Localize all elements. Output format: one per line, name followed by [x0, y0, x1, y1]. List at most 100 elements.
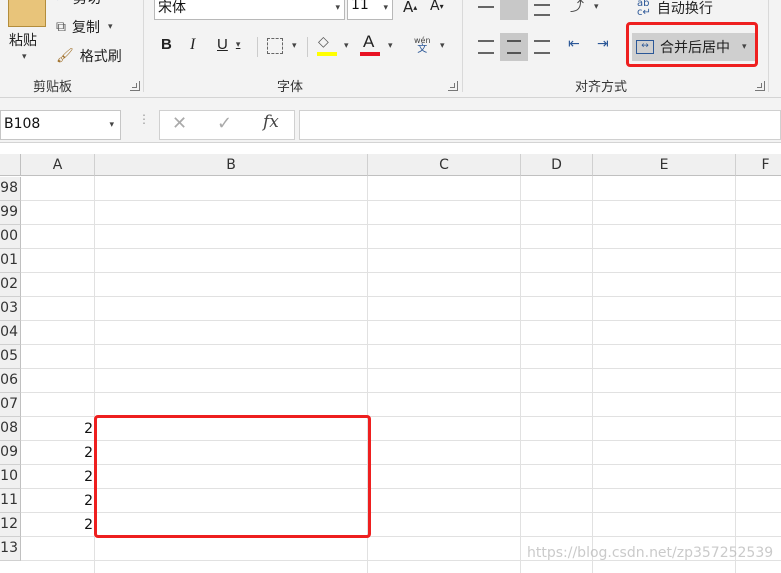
name-box-value: B108 — [4, 116, 41, 132]
cell-a98[interactable] — [21, 177, 93, 201]
decrease-indent-icon[interactable]: ⇤ — [568, 36, 580, 52]
selection-highlight — [94, 415, 371, 538]
paste-button[interactable]: 粘贴 — [9, 30, 37, 50]
font-color-icon[interactable]: A — [363, 32, 374, 52]
column-header-f[interactable]: F — [736, 154, 781, 176]
font-size-select[interactable]: 11 ▾ — [347, 0, 393, 20]
row-header-103[interactable]: 103 — [0, 297, 21, 321]
row-header-110[interactable]: 110 — [0, 465, 21, 489]
align-middle-icon[interactable] — [500, 0, 528, 20]
cell-a103[interactable] — [21, 297, 93, 321]
fill-color-icon[interactable]: ◇ — [318, 34, 329, 50]
format-painter-button[interactable]: 🖌 格式刷 — [56, 46, 122, 66]
cell-a110[interactable]: 2 — [21, 465, 93, 489]
enter-icon[interactable]: ✓ — [217, 113, 232, 134]
fill-dropdown-icon[interactable]: ▾ — [344, 41, 349, 51]
cell-a105[interactable] — [21, 345, 93, 369]
cell-a99[interactable] — [21, 201, 93, 225]
shrink-font-button[interactable]: A ▾ — [430, 0, 444, 14]
cell-a113[interactable] — [21, 537, 93, 561]
chevron-down-icon: ▾ — [335, 3, 340, 13]
chevron-down-icon[interactable]: ▾ — [236, 39, 241, 50]
font-color-dropdown-icon[interactable]: ▾ — [388, 41, 393, 51]
cell-a112[interactable]: 2 — [21, 513, 93, 537]
grid-hline — [21, 368, 781, 369]
column-header-c[interactable]: C — [368, 154, 521, 176]
cell-a109[interactable]: 2 — [21, 441, 93, 465]
row-header-99[interactable]: 99 — [0, 201, 21, 225]
align-right-icon[interactable] — [534, 40, 550, 54]
increase-indent-icon[interactable]: ⇥ — [597, 36, 609, 52]
grid-hline — [21, 344, 781, 345]
orientation-dropdown-icon[interactable]: ▾ — [594, 2, 599, 12]
font-name-select[interactable]: 宋体 ▾ — [154, 0, 345, 20]
cell-a111[interactable]: 2 — [21, 489, 93, 513]
phonetic-bottom: 文 — [417, 44, 428, 55]
column-header-b[interactable]: B — [95, 154, 368, 176]
phonetic-dropdown-icon[interactable]: ▾ — [440, 41, 445, 51]
alignment-launcher-icon[interactable] — [755, 81, 765, 91]
clipboard-launcher-icon[interactable] — [130, 81, 140, 91]
font-size-value: 11 — [351, 0, 369, 13]
italic-button[interactable]: I — [190, 36, 195, 54]
cell-a108[interactable]: 2 — [21, 417, 93, 441]
copy-dropdown-icon[interactable]: ▾ — [108, 22, 113, 32]
cell-a101[interactable] — [21, 249, 93, 273]
align-left-icon[interactable] — [478, 40, 494, 54]
row-header-107[interactable]: 107 — [0, 393, 21, 417]
grow-font-button[interactable]: A ▴ — [403, 0, 417, 16]
row-header-108[interactable]: 108 — [0, 417, 21, 441]
font-color-swatch — [360, 52, 380, 56]
row-header-98[interactable]: 98 — [0, 177, 21, 201]
column-header-d[interactable]: D — [521, 154, 593, 176]
font-launcher-icon[interactable] — [448, 81, 458, 91]
insert-function-icon[interactable]: fx — [263, 112, 279, 132]
row-header-101[interactable]: 101 — [0, 249, 21, 273]
bold-button[interactable]: B — [161, 36, 172, 53]
border-dropdown-icon[interactable]: ▾ — [292, 41, 297, 51]
row-header-104[interactable]: 104 — [0, 321, 21, 345]
formula-input[interactable] — [299, 110, 781, 140]
divider — [462, 0, 463, 92]
grid-hline — [21, 296, 781, 297]
grid-hline — [21, 200, 781, 201]
formula-bar-grip-icon: ⋮ — [138, 112, 150, 126]
align-center-lines — [507, 40, 521, 54]
cancel-icon[interactable]: ✕ — [172, 113, 187, 134]
font-group-label: 字体 — [277, 80, 304, 95]
cell-a104[interactable] — [21, 321, 93, 345]
merge-center-highlight — [626, 22, 758, 67]
row-header-112[interactable]: 112 — [0, 513, 21, 537]
column-header-a[interactable]: A — [21, 154, 95, 176]
name-box[interactable]: B108 ▾ — [0, 110, 121, 140]
bold-label: B — [161, 36, 172, 53]
cell-a102[interactable] — [21, 273, 93, 297]
cell-a107[interactable] — [21, 393, 93, 417]
paste-label: 粘贴 — [9, 33, 37, 49]
row-header-105[interactable]: 105 — [0, 345, 21, 369]
cell-a106[interactable] — [21, 369, 93, 393]
row-header-100[interactable]: 100 — [0, 225, 21, 249]
row-header-106[interactable]: 106 — [0, 369, 21, 393]
row-header-111[interactable]: 111 — [0, 489, 21, 513]
wrap-text-label: 自动换行 — [656, 1, 713, 17]
column-header-e[interactable]: E — [593, 154, 736, 176]
row-header-113[interactable]: 113 — [0, 537, 21, 561]
row-header-109[interactable]: 109 — [0, 441, 21, 465]
underline-button[interactable]: U ▾ — [217, 36, 240, 53]
wrap-text-button[interactable]: ab c↵ 自动换行 — [637, 0, 713, 18]
sheet-corner[interactable] — [0, 154, 21, 176]
paste-icon[interactable] — [8, 0, 46, 27]
copy-button[interactable]: ⧉ 复制 ▾ — [56, 17, 113, 37]
chevron-down-icon[interactable]: ▾ — [109, 120, 114, 130]
align-bottom-icon[interactable] — [534, 4, 550, 16]
paste-dropdown-icon[interactable]: ▾ — [22, 52, 27, 62]
row-header-102[interactable]: 102 — [0, 273, 21, 297]
phonetic-button[interactable]: wén 文 — [414, 36, 431, 55]
border-icon[interactable] — [267, 38, 283, 54]
orientation-icon[interactable]: ⤴ — [570, 0, 584, 16]
copy-icon: ⧉ — [56, 19, 66, 35]
cell-a100[interactable] — [21, 225, 93, 249]
align-top-icon[interactable] — [478, 0, 494, 8]
cut-button[interactable]: ✂ 剪切 — [56, 0, 101, 8]
